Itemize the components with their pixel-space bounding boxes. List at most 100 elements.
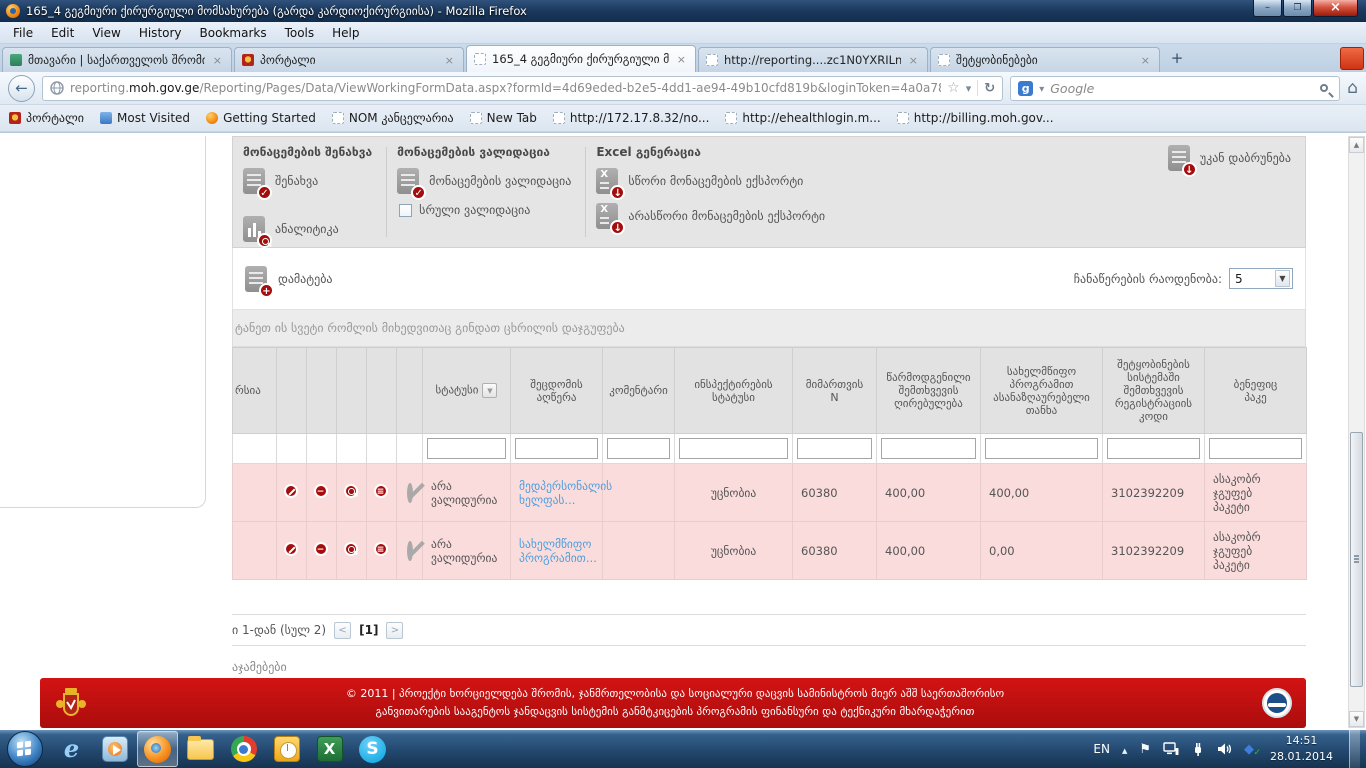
error-description-link[interactable]: მედპერსონალის ხელფას... xyxy=(519,479,612,507)
validate-data-button[interactable]: ✓ მონაცემების ვალიდაცია xyxy=(397,168,571,194)
search-input[interactable] xyxy=(1050,81,1314,96)
bookmark-nom[interactable]: NOM კანცელარია xyxy=(332,111,454,125)
taskbar-excel[interactable] xyxy=(309,731,350,767)
reg-code-filter-input[interactable] xyxy=(1107,438,1200,459)
package-filter-input[interactable] xyxy=(1209,438,1302,459)
reload-icon[interactable] xyxy=(984,81,995,96)
new-tab-button[interactable]: + xyxy=(1164,49,1190,69)
records-count-select[interactable]: 5 xyxy=(1229,268,1293,289)
summaries-link[interactable]: აჯამებები xyxy=(232,660,1306,674)
tab-reporting-url[interactable]: http://reporting....zc1N0YXRILnhtbA== × xyxy=(698,47,928,72)
tab-close-icon[interactable]: × xyxy=(907,54,920,67)
state-amount-filter-input[interactable] xyxy=(985,438,1098,459)
col-comment[interactable]: კომენტარი xyxy=(603,348,675,434)
bookmark-star-icon[interactable] xyxy=(947,80,960,96)
search-engine-dropdown-icon[interactable] xyxy=(1039,81,1044,95)
menu-file[interactable]: File xyxy=(4,24,42,42)
dropbox-icon[interactable] xyxy=(1244,742,1258,756)
taskbar-media-player[interactable] xyxy=(94,731,135,767)
network-icon[interactable] xyxy=(1163,742,1179,756)
scrollbar-thumb[interactable] xyxy=(1350,432,1363,687)
package-cell: ასაკობრ ჯგუფებ პაკეტი xyxy=(1205,522,1307,580)
home-button[interactable] xyxy=(1347,78,1358,98)
tab-overflow-button[interactable] xyxy=(1340,47,1364,70)
start-button[interactable] xyxy=(7,731,43,767)
bookmark-ehealth[interactable]: http://ehealthlogin.m... xyxy=(725,111,880,125)
vertical-scrollbar[interactable] xyxy=(1348,136,1365,728)
menu-bar: File Edit View History Bookmarks Tools H… xyxy=(0,22,1366,44)
bookmark-portal[interactable]: პორტალი xyxy=(9,111,84,125)
referral-filter-input[interactable] xyxy=(797,438,872,459)
bookmark-172-17[interactable]: http://172.17.8.32/no... xyxy=(553,111,710,125)
url-dropdown-icon[interactable] xyxy=(966,81,972,95)
scroll-down-icon[interactable] xyxy=(1349,711,1364,727)
search-box[interactable] xyxy=(1010,76,1340,101)
col-error[interactable]: შეცდომის აღწერა xyxy=(511,348,603,434)
col-inspection[interactable]: ინსპექტირების სტატუსი xyxy=(675,348,793,434)
plus-badge-icon: + xyxy=(259,283,274,298)
menu-help[interactable]: Help xyxy=(323,24,368,42)
scroll-up-icon[interactable] xyxy=(1349,137,1364,153)
tab-close-icon[interactable]: × xyxy=(443,54,456,67)
taskbar-clock[interactable]: 14:51 28.01.2014 xyxy=(1270,733,1333,765)
next-page-button[interactable]: > xyxy=(386,622,403,639)
col-reg-code[interactable]: შეტყობინების სისტემაში შემთხვევის რეგისტ… xyxy=(1103,348,1205,434)
tab-home[interactable]: მთავარი | საქართველოს შრომის, ... × xyxy=(2,47,232,72)
comment-filter-input[interactable] xyxy=(607,438,670,459)
save-button[interactable]: ✓ შენახვა xyxy=(243,168,372,194)
tab-notifications[interactable]: შეტყობინებები × xyxy=(930,47,1160,72)
power-plug-icon[interactable] xyxy=(1191,742,1205,756)
taskbar-internet-explorer[interactable] xyxy=(51,731,92,767)
status-filter-input[interactable] xyxy=(427,438,506,459)
language-indicator[interactable]: EN xyxy=(1093,742,1110,756)
status-filter-icon[interactable] xyxy=(482,383,497,398)
col-package[interactable]: ბენეფიც პაკე xyxy=(1205,348,1307,434)
return-back-button[interactable]: ↓ უკან დაბრუნება xyxy=(1168,145,1291,171)
menu-view[interactable]: View xyxy=(83,24,129,42)
taskbar-firefox-active[interactable] xyxy=(137,731,178,767)
action-center-flag-icon[interactable] xyxy=(1139,742,1151,757)
prev-page-button[interactable]: < xyxy=(334,622,351,639)
error-filter-input[interactable] xyxy=(515,438,598,459)
search-icon[interactable] xyxy=(1320,84,1328,92)
url-bar[interactable]: reporting.moh.gov.ge/Reporting/Pages/Dat… xyxy=(42,76,1003,101)
tab-working-form-active[interactable]: 165_4 გეგმიური ქირურგიული მომს... × xyxy=(466,45,696,72)
show-desktop-button[interactable] xyxy=(1349,730,1360,768)
tray-expand-icon[interactable] xyxy=(1122,742,1127,756)
menu-edit[interactable]: Edit xyxy=(42,24,83,42)
close-button[interactable] xyxy=(1313,0,1358,17)
col-referral-n[interactable]: მიმართვის N xyxy=(793,348,877,434)
col-case-cost[interactable]: წარმოდგენილი შემთხვევის ღირებულება xyxy=(877,348,981,434)
full-validation-checkbox[interactable] xyxy=(399,204,412,217)
main-panel: მონაცემების შენახვა ✓ შენახვა ანალიტიკა … xyxy=(232,136,1306,674)
taskbar-outlook[interactable] xyxy=(266,731,307,767)
taskbar-chrome[interactable] xyxy=(223,731,264,767)
tab-portal[interactable]: პორტალი × xyxy=(234,47,464,72)
export-valid-data-button[interactable]: ↓ სწორი მონაცემების ექსპორტი xyxy=(596,168,825,194)
bookmark-new-tab[interactable]: New Tab xyxy=(470,111,537,125)
col-status[interactable]: სტატუსი xyxy=(423,348,511,434)
cost-filter-input[interactable] xyxy=(881,438,976,459)
error-description-link[interactable]: სახელმწიფო პროგრამით... xyxy=(519,537,597,565)
tab-close-icon[interactable]: × xyxy=(211,54,224,67)
export-invalid-data-button[interactable]: ↓ არასწორი მონაცემების ექსპორტი xyxy=(596,203,825,229)
minimize-button[interactable] xyxy=(1253,0,1282,17)
group-title: Excel გენერაცია xyxy=(596,145,825,159)
menu-tools[interactable]: Tools xyxy=(276,24,324,42)
add-record-button[interactable]: + დამატება xyxy=(245,266,333,292)
bookmark-getting-started[interactable]: Getting Started xyxy=(206,111,316,125)
inspection-filter-input[interactable] xyxy=(679,438,788,459)
bookmark-billing[interactable]: http://billing.moh.gov... xyxy=(897,111,1054,125)
tab-close-icon[interactable]: × xyxy=(675,53,688,66)
maximize-button[interactable] xyxy=(1283,0,1312,17)
menu-history[interactable]: History xyxy=(130,24,191,42)
col-state-amount[interactable]: სახელმწიფო პროგრამით ასანაზღაურებელი თან… xyxy=(981,348,1103,434)
tab-close-icon[interactable]: × xyxy=(1139,54,1152,67)
menu-bookmarks[interactable]: Bookmarks xyxy=(191,24,276,42)
taskbar-explorer[interactable] xyxy=(180,731,221,767)
speaker-icon[interactable] xyxy=(1217,742,1232,756)
analytics-button[interactable]: ანალიტიკა xyxy=(243,216,372,242)
back-button[interactable] xyxy=(8,75,35,102)
bookmark-most-visited[interactable]: Most Visited xyxy=(100,111,190,125)
taskbar-skype[interactable] xyxy=(352,731,393,767)
